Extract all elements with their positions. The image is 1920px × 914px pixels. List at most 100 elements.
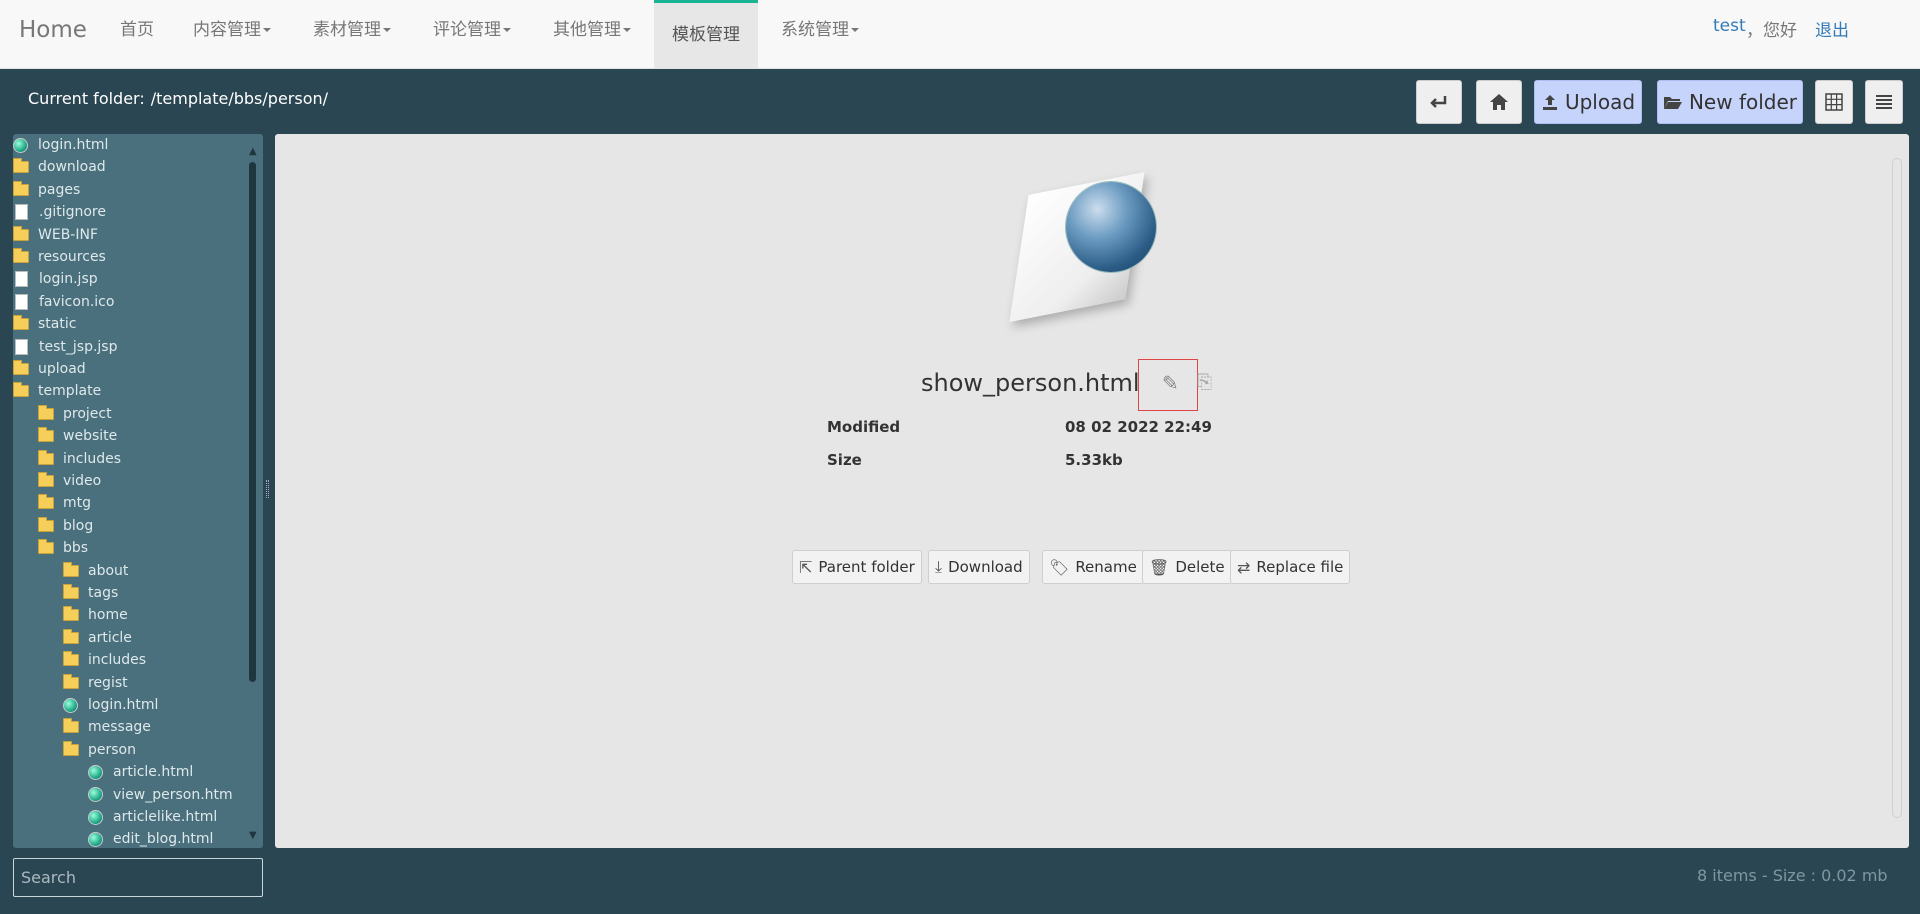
nav-item-comment[interactable]: 评论管理 (433, 0, 511, 68)
file-icon (15, 204, 28, 221)
new-folder-button[interactable]: New folder (1657, 80, 1803, 124)
nav-item-label: 素材管理 (313, 20, 381, 40)
tree-folder-item[interactable]: download (13, 156, 106, 178)
nav-item-template[interactable]: 模板管理 (654, 0, 758, 68)
tree-folder-item[interactable]: includes (63, 649, 146, 671)
back-button[interactable] (1416, 80, 1462, 124)
tree-folder-item[interactable]: pages (13, 179, 80, 201)
tree-folder-item[interactable]: video (38, 470, 101, 492)
tree-folder-item[interactable]: message (63, 716, 151, 738)
tree-file-item[interactable]: login.html (13, 134, 108, 156)
file-name: show_person.html (921, 369, 1140, 397)
tree-folder-item[interactable]: project (38, 403, 112, 425)
delete-button[interactable]: 🗑 Delete (1142, 550, 1232, 584)
pencil-icon[interactable]: ✎ (1162, 371, 1179, 395)
grid-view-button[interactable] (1815, 80, 1853, 124)
user-name-link[interactable]: test (1713, 16, 1746, 36)
tree-file-item[interactable]: login.jsp (13, 268, 98, 290)
tree-file-item[interactable]: view_person.htm (88, 784, 233, 806)
nav-item-material[interactable]: 素材管理 (313, 0, 391, 68)
tree-folder-item[interactable]: article (63, 627, 132, 649)
tree-folder-item[interactable]: website (38, 425, 117, 447)
tree-folder-item[interactable]: WEB-INF (13, 224, 98, 246)
file-icon (15, 271, 28, 288)
folder-icon (13, 180, 29, 196)
tree-item-label: WEB-INF (38, 226, 98, 243)
tree-file-item[interactable]: .gitignore (13, 201, 106, 223)
tree-folder-item[interactable]: upload (13, 358, 86, 380)
tree-item-label: includes (63, 450, 122, 467)
tree-file-item[interactable]: login.html (63, 694, 158, 716)
tree-file-item[interactable]: edit_blog.html (88, 828, 213, 848)
search-input[interactable] (13, 858, 263, 897)
brand-link[interactable]: Home (19, 17, 87, 43)
tree-folder-item[interactable]: static (13, 313, 76, 335)
parent-folder-icon: ⇱ (799, 557, 813, 577)
scroll-down-icon[interactable]: ▼ (249, 830, 259, 841)
tree-item-label: blog (63, 517, 94, 534)
tree-file-item[interactable]: favicon.ico (13, 291, 114, 313)
tree-folder-item[interactable]: template (13, 380, 101, 402)
tree-item-label: template (38, 383, 102, 400)
tree-file-item[interactable]: articlelike.html (88, 806, 217, 828)
parent-folder-button[interactable]: ⇱ Parent folder (792, 550, 922, 584)
top-navbar: Home 首页 内容管理 素材管理 评论管理 其他管理 模板管理 系统管理 te… (0, 0, 1920, 69)
tree-scrollbar-thumb[interactable] (249, 162, 256, 682)
tree-item-label: static (38, 316, 77, 333)
upload-label: Upload (1564, 90, 1636, 114)
home-button[interactable] (1476, 80, 1522, 124)
tree-item-label: test_jsp.jsp (39, 338, 118, 355)
scroll-up-icon[interactable]: ▲ (249, 146, 259, 157)
tree-file-item[interactable]: test_jsp.jsp (13, 336, 117, 358)
tree-item-label: articlelike.html (113, 809, 218, 825)
tree-item-label: pages (38, 181, 81, 198)
caret-down-icon (503, 28, 511, 32)
nav-item-system[interactable]: 系统管理 (781, 0, 859, 68)
replace-file-button[interactable]: ⇄ Replace file (1230, 550, 1351, 584)
grid-view-icon (1825, 93, 1843, 111)
tree-folder-item[interactable]: mtg (38, 492, 91, 514)
panel-resize-handle[interactable] (266, 480, 269, 498)
nav-item-label: 首页 (120, 20, 154, 40)
tree-folder-item[interactable]: about (63, 560, 128, 582)
modified-label: Modified (827, 418, 901, 436)
tree-folder-item[interactable]: regist (63, 672, 128, 694)
copy-clipboard-icon[interactable]: ⎘ (1197, 371, 1212, 393)
tree-folder-item[interactable]: bbs (38, 537, 88, 559)
nav-item-other[interactable]: 其他管理 (553, 0, 631, 68)
list-view-button[interactable] (1865, 80, 1903, 124)
upload-button[interactable]: Upload (1534, 80, 1642, 124)
current-folder-path: /template/bbs/person/ (150, 89, 329, 108)
tree-folder-item[interactable]: home (63, 604, 128, 626)
main-scrollbar[interactable] (1892, 158, 1902, 818)
nav-item-label: 内容管理 (193, 20, 261, 40)
tree-item-label: .gitignore (39, 204, 106, 221)
nav-item-label: 模板管理 (672, 25, 740, 45)
folder-icon (63, 651, 79, 667)
folder-icon (13, 248, 29, 263)
logout-link[interactable]: 退出 (1815, 16, 1849, 41)
globe-icon (1066, 182, 1156, 272)
download-icon: ⤓ (935, 557, 943, 576)
delete-label: Delete (1175, 558, 1225, 576)
tree-folder-item[interactable]: blog (38, 515, 93, 537)
replace-file-label: Replace file (1256, 558, 1344, 576)
tree-file-item[interactable]: article.html (88, 761, 193, 783)
tree-item-label: resources (38, 249, 106, 265)
download-label: Download (948, 558, 1023, 576)
folder-icon (63, 628, 79, 644)
nav-item-home[interactable]: 首页 (120, 0, 154, 68)
folder-tree[interactable]: edit_blog.html articlelike.html view_perso… (13, 134, 263, 848)
tree-folder-item[interactable]: includes (38, 448, 121, 470)
folder-icon (38, 472, 54, 487)
tree-item-label: login.html (38, 137, 109, 153)
rename-button[interactable]: 🏷 Rename (1042, 550, 1144, 584)
tree-folder-item[interactable]: person (63, 739, 136, 761)
tree-folder-item[interactable]: tags (63, 582, 118, 604)
tree-item-label: article (88, 629, 132, 646)
nav-item-content[interactable]: 内容管理 (193, 0, 271, 68)
download-button[interactable]: ⤓ Download (928, 550, 1030, 584)
folder-icon (13, 360, 29, 375)
folder-icon (63, 606, 79, 622)
tree-folder-item[interactable]: resources (13, 246, 106, 268)
